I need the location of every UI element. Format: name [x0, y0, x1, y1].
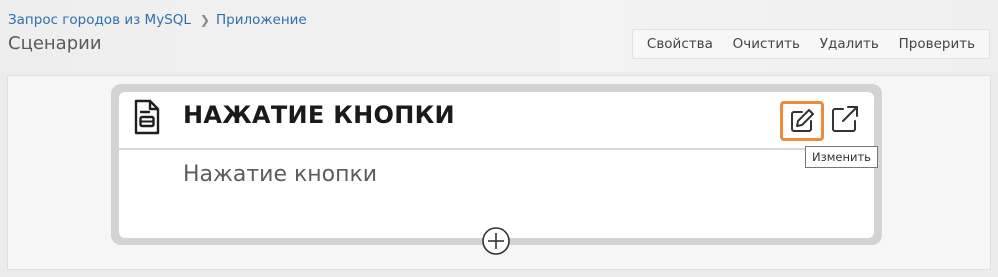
scenario-title: НАЖАТИЕ КНОПКИ	[183, 101, 455, 129]
delete-button[interactable]: Удалить	[816, 36, 883, 52]
breadcrumb-project[interactable]: Запрос городов из MySQL	[8, 12, 191, 28]
breadcrumb: Запрос городов из MySQL ❯ Приложение	[8, 10, 307, 30]
toolbar: Свойства Очистить Удалить Проверить	[632, 29, 990, 59]
open-external-button[interactable]	[829, 103, 861, 135]
plus-circle-icon[interactable]	[481, 226, 511, 256]
external-link-icon	[832, 106, 858, 132]
scenario-card[interactable]: НАЖАТИЕ КНОПКИ Нажатие кнопки	[119, 92, 874, 238]
properties-button[interactable]: Свойства	[643, 36, 717, 52]
clear-button[interactable]: Очистить	[729, 36, 804, 52]
breadcrumb-application[interactable]: Приложение	[216, 12, 307, 28]
page-title: Сценарии	[8, 33, 102, 54]
edit-icon	[791, 109, 814, 132]
validate-button[interactable]: Проверить	[895, 36, 979, 52]
scenario-description: Нажатие кнопки	[183, 162, 378, 187]
document-icon	[134, 99, 160, 135]
edit-tooltip: Изменить	[805, 146, 878, 168]
scenario-card-header: НАЖАТИЕ КНОПКИ	[119, 92, 874, 150]
edit-button[interactable]	[780, 101, 824, 141]
chevron-right-icon: ❯	[199, 13, 210, 27]
